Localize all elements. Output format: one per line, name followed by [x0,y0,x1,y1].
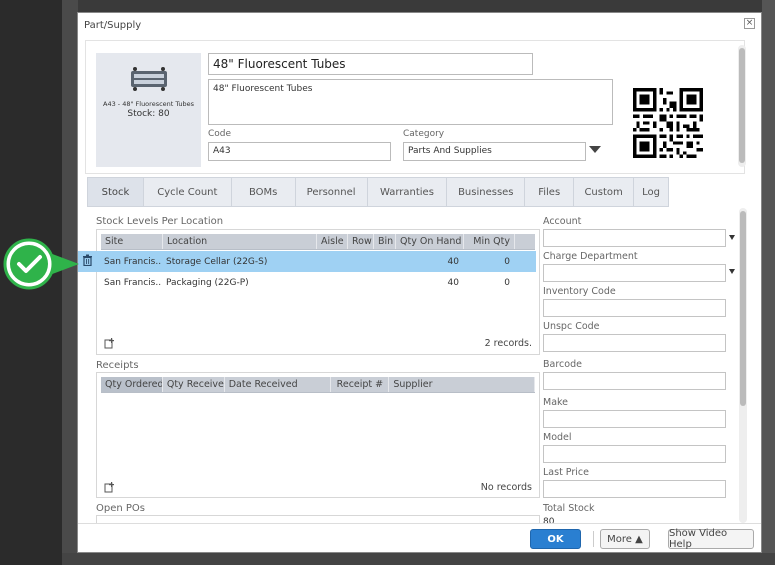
close-icon[interactable]: × [744,18,755,29]
make-label: Make [543,397,569,408]
fluorescent-tube-image-icon [130,67,167,91]
cell-location: Packaging (22G-P) [166,277,249,288]
part-description-input[interactable]: 48" Fluorescent Tubes [208,79,613,125]
background-right-strip [762,0,775,565]
make-input[interactable] [543,410,726,428]
cell-site: San Francis... [104,277,162,288]
table-row[interactable]: San Francis... Storage Cellar (22G-S) 40… [78,251,536,272]
category-dropdown-arrow-icon[interactable] [589,146,601,153]
col-min-qty[interactable]: Min Qty [464,234,515,249]
charge-department-dropdown-arrow-icon[interactable] [729,269,735,274]
stock-levels-title: Stock Levels Per Location [96,216,224,227]
tab-cycle-count[interactable]: Cycle Count [144,178,232,206]
qr-code-icon [633,88,703,158]
body-scrollbar[interactable] [739,208,747,523]
unspc-code-input[interactable] [543,334,726,352]
col-row[interactable]: Row [348,234,374,249]
cell-location: Storage Cellar (22G-S) [166,256,268,267]
charge-department-input[interactable] [543,264,726,282]
col-qty-ordered[interactable]: Qty Ordered [101,377,163,392]
receipts-grid: Qty Ordered Qty Received Date Received R… [96,372,540,498]
col-receipt-number[interactable]: Receipt # [331,377,390,392]
tab-files[interactable]: Files [525,178,575,206]
open-pos-grid [96,515,540,523]
add-row-icon[interactable] [104,338,115,349]
col-qty-received[interactable]: Qty Received [163,377,225,392]
tab-boms[interactable]: BOMs [232,178,296,206]
barcode-label: Barcode [543,359,582,370]
more-button[interactable]: More ▲ [600,529,650,549]
photo-stock: Stock: 80 [127,109,170,119]
category-label: Category [403,129,445,139]
col-bin[interactable]: Bin [374,234,396,249]
col-date-received[interactable]: Date Received [225,377,332,392]
cell-site: San Francis... [104,256,162,267]
code-label: Code [208,129,232,139]
barcode-input[interactable] [543,372,726,390]
header-scrollbar-thumb[interactable] [739,48,745,163]
tab-log[interactable]: Log [634,178,668,206]
tab-warranties[interactable]: Warranties [368,178,448,206]
cell-min-qty: 0 [504,277,510,288]
button-separator [593,531,594,547]
add-receipt-icon[interactable] [104,482,115,493]
col-qty-on-hand[interactable]: Qty On Hand [396,234,464,249]
part-photo[interactable]: A43 - 48" Fluorescent Tubes Stock: 80 [96,53,201,167]
part-name-input[interactable]: 48" Fluorescent Tubes [208,53,533,75]
table-row[interactable]: San Francis... Packaging (22G-P) 40 0 [100,272,536,293]
inventory-code-input[interactable] [543,299,726,317]
last-price-input[interactable] [543,480,726,498]
tab-bar: Stock Cycle Count BOMs Personnel Warrant… [87,177,669,207]
check-circle-icon [3,238,79,290]
open-pos-title: Open POs [96,503,145,514]
account-label: Account [543,216,582,227]
background-bottom-bar [62,553,775,565]
tab-personnel[interactable]: Personnel [296,178,368,206]
tab-custom[interactable]: Custom [574,178,635,206]
account-input[interactable] [543,229,726,247]
col-supplier[interactable]: Supplier [389,377,535,392]
cell-qty-on-hand: 40 [447,277,459,288]
model-label: Model [543,432,572,443]
tab-businesses[interactable]: Businesses [447,178,526,206]
last-price-label: Last Price [543,467,589,478]
header-scrollbar[interactable] [738,45,746,167]
stock-levels-header: Site Location Aisle Row Bin Qty On Hand … [101,234,535,250]
total-stock-label: Total Stock [543,503,595,514]
category-select[interactable]: Parts And Supplies [403,142,586,161]
charge-department-label: Charge Department [543,251,638,262]
photo-caption: A43 - 48" Fluorescent Tubes [103,100,194,108]
trash-icon[interactable] [78,254,100,269]
dialog-title: Part/Supply [84,20,142,31]
cell-qty-on-hand: 40 [447,256,459,267]
model-input[interactable] [543,445,726,463]
code-input[interactable]: A43 [208,142,391,161]
tab-stock[interactable]: Stock [88,178,144,206]
receipts-header: Qty Ordered Qty Received Date Received R… [101,377,535,393]
col-aisle[interactable]: Aisle [317,234,348,249]
show-video-help-button[interactable]: Show Video Help [668,528,754,550]
col-location[interactable]: Location [163,234,317,249]
ok-button[interactable]: OK [530,529,581,549]
unspc-code-label: Unspc Code [543,321,600,332]
footer-divider [78,523,761,524]
total-stock-value: 80 [543,517,555,523]
receipts-record-count: No records [480,482,532,493]
col-site[interactable]: Site [101,234,163,249]
body-scrollbar-thumb[interactable] [740,211,746,406]
cell-min-qty: 0 [504,256,510,267]
stock-levels-record-count: 2 records. [484,338,532,349]
inventory-code-label: Inventory Code [543,286,616,297]
receipts-title: Receipts [96,360,139,371]
account-dropdown-arrow-icon[interactable] [729,235,735,240]
